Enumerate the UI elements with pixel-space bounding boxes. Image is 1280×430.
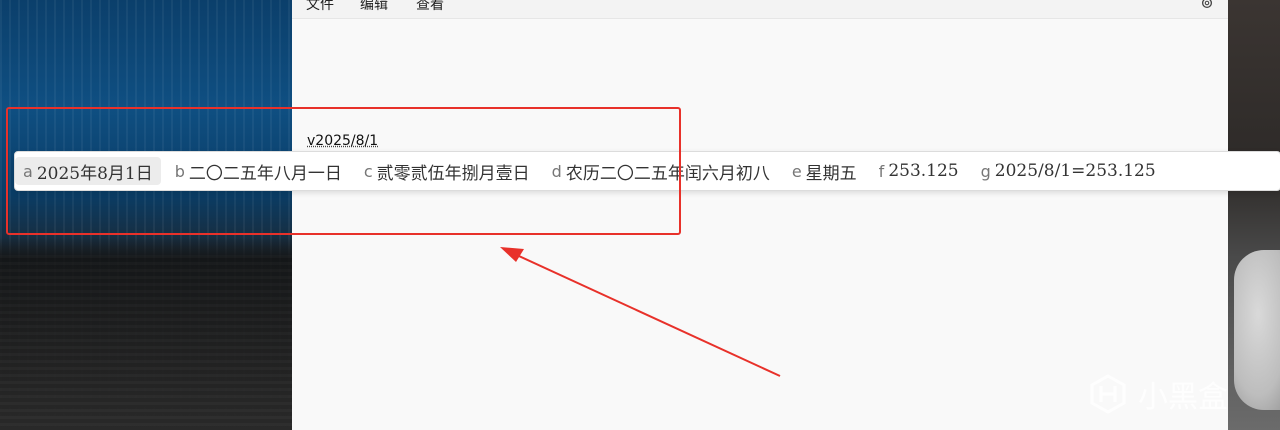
candidate-text: 2025年8月1日 (36, 163, 153, 184)
candidate-d[interactable]: d 农历二〇二五年闰六月初八 (544, 157, 778, 185)
candidate-text: 星期五 (805, 163, 857, 184)
heybox-logo-icon (1090, 374, 1126, 414)
candidate-text: 二〇二五年八月一日 (188, 163, 342, 184)
candidate-key: f (878, 161, 885, 181)
candidate-e[interactable]: e 星期五 (784, 157, 865, 185)
candidate-c[interactable]: c 贰零贰伍年捌月壹日 (356, 157, 538, 185)
menu-bar: 文件 编辑 查看 (292, 0, 1228, 19)
wallpaper-shape (1234, 250, 1280, 410)
menu-view[interactable]: 查看 (416, 0, 444, 14)
candidate-key: g (980, 161, 991, 181)
candidate-text: 农历二〇二五年闰六月初八 (565, 163, 770, 184)
menu-edit[interactable]: 编辑 (360, 0, 388, 14)
candidate-f[interactable]: f 253.125 (871, 157, 967, 185)
gear-icon[interactable] (1200, 0, 1214, 10)
candidate-key: a (23, 161, 33, 181)
candidate-b[interactable]: b 二〇二五年八月一日 (167, 157, 350, 185)
ime-candidate-bar: a 2025年8月1日 b 二〇二五年八月一日 c 贰零贰伍年捌月壹日 d 农历… (14, 151, 1280, 191)
editor-text[interactable]: v2025/8/1 (307, 133, 378, 149)
menu-file[interactable]: 文件 (306, 0, 334, 14)
candidate-key: b (174, 161, 185, 181)
desktop-wallpaper (0, 0, 292, 430)
candidate-text: 253.125 (888, 161, 959, 181)
candidate-g[interactable]: g 2025/8/1=253.125 (973, 157, 1164, 185)
candidate-key: d (551, 161, 562, 181)
candidate-text: 2025/8/1=253.125 (994, 161, 1156, 181)
candidate-text: 贰零贰伍年捌月壹日 (376, 163, 530, 184)
candidate-key: e (791, 161, 802, 181)
watermark-text: 小黑盒 (1138, 380, 1228, 415)
candidate-key: c (363, 161, 373, 181)
candidate-a[interactable]: a 2025年8月1日 (15, 157, 161, 185)
desktop-background-right (1228, 0, 1280, 430)
notepad-window: 文件 编辑 查看 v2025/8/1 (292, 0, 1228, 430)
watermark: 小黑盒 (1088, 372, 1228, 416)
